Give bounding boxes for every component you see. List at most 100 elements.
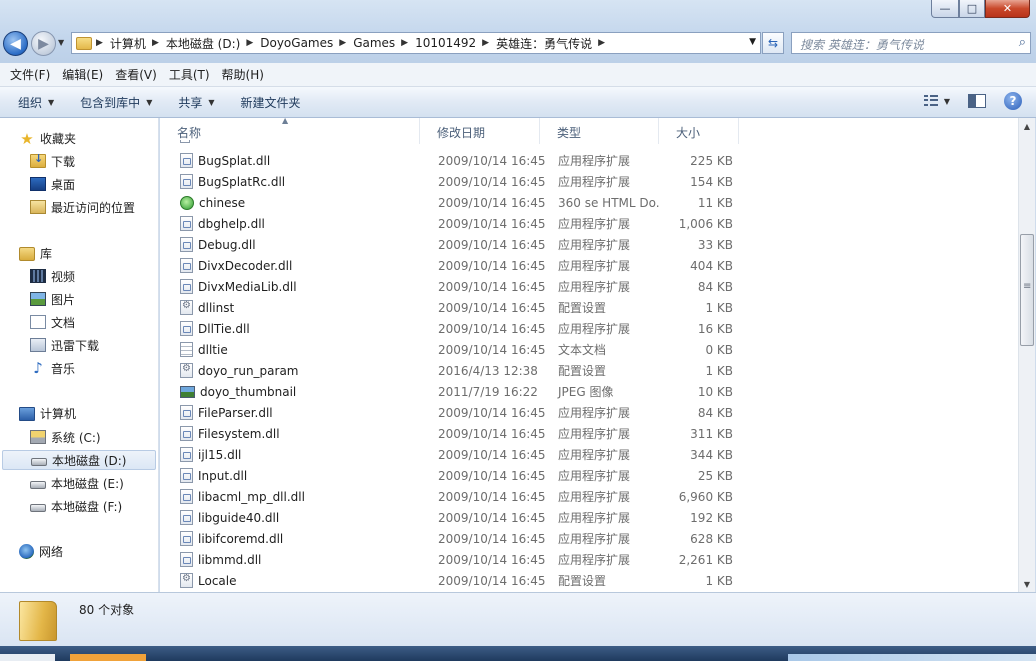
scroll-down-arrow-icon[interactable]: ▼ [1019, 576, 1035, 592]
sidebar-item-videos[interactable]: 视频 [30, 266, 75, 286]
table-row[interactable]: libifcoremd.dll 2009/10/14 16:45 应用程序扩展 628… [160, 528, 1018, 549]
table-row[interactable]: dbghelp.dll 2009/10/14 16:45 应用程序扩展 1,006 K… [160, 213, 1018, 234]
table-row[interactable]: BugSplatRc.dll 2009/10/14 16:45 应用程序扩展 154 … [160, 171, 1018, 192]
recent-pages-chevron-icon[interactable]: ▼ [58, 38, 64, 47]
file-name-cell: DivxDecoder.dll [160, 258, 420, 273]
taskbar-thumbnail[interactable] [70, 654, 146, 661]
table-row[interactable]: doyo_run_param 2016/4/13 12:38 配置设置 1 KB [160, 360, 1018, 381]
sidebar-item-downloads[interactable]: 下载 [30, 151, 75, 171]
table-row[interactable]: doyo_thumbnail 2011/7/19 16:22 JPEG 图像 10 K… [160, 381, 1018, 402]
sidebar-item-drive-f[interactable]: 本地磁盘 (F:) [30, 496, 122, 516]
breadcrumb-item[interactable]: 本地磁盘 (D:) ▶ [166, 35, 260, 52]
column-header-size[interactable]: 大小 [659, 118, 739, 144]
change-view-button[interactable]: ▼ [923, 95, 950, 107]
column-header-modified[interactable]: 修改日期 [420, 118, 540, 144]
close-button[interactable]: ✕ [985, 0, 1030, 18]
table-row[interactable]: Input.dll 2009/10/14 16:45 应用程序扩展 25 KB [160, 465, 1018, 486]
preview-pane-icon[interactable] [968, 94, 986, 108]
sidebar-item-documents[interactable]: 文档 [30, 312, 75, 332]
table-row[interactable]: DllTie.dll 2009/10/14 16:45 应用程序扩展 16 KB [160, 318, 1018, 339]
sidebar-network[interactable]: 网络 [19, 543, 63, 560]
file-type: 360 se HTML Do... [558, 195, 659, 210]
taskbar-thumbnail[interactable] [788, 654, 1036, 661]
table-row[interactable]: libguide40.dll 2009/10/14 16:45 应用程序扩展 192 … [160, 507, 1018, 528]
table-row[interactable]: Debug.dll 2009/10/14 16:45 应用程序扩展 33 KB [160, 234, 1018, 255]
folder-icon [19, 601, 57, 641]
table-row[interactable]: DivxDecoder.dll 2009/10/14 16:45 应用程序扩展 404… [160, 255, 1018, 276]
minimize-button[interactable]: — [931, 0, 959, 18]
scroll-up-arrow-icon[interactable]: ▲ [1019, 118, 1035, 134]
share-button[interactable]: 共享 ▼ [170, 94, 222, 111]
file-name: doyo_run_param [198, 363, 299, 378]
file-type: 应用程序扩展 [558, 490, 631, 504]
table-row[interactable]: DivxMediaLib.dll 2009/10/14 16:45 应用程序扩展 84… [160, 276, 1018, 297]
scrollbar-thumb[interactable] [1020, 234, 1034, 346]
address-bar[interactable]: ▶ 计算机 ▶ 本地磁盘 (D:) ▶ DoyoGames ▶ Games ▶ 1010… [71, 32, 761, 54]
chevron-right-icon[interactable]: ▶ [482, 38, 489, 48]
table-row[interactable]: dllinst 2009/10/14 16:45 配置设置 1 KB [160, 297, 1018, 318]
table-row[interactable]: dlltie 2009/10/14 16:45 文本文档 0 KB [160, 339, 1018, 360]
chevron-right-icon[interactable]: ▶ [246, 38, 253, 48]
chevron-right-icon[interactable]: ▶ [152, 38, 159, 48]
table-row[interactable]: Filesystem.dll 2009/10/14 16:45 应用程序扩展 311 … [160, 423, 1018, 444]
file-name: dllinst [198, 300, 235, 315]
table-row[interactable]: ijl15.dll 2009/10/14 16:45 应用程序扩展 344 KB [160, 444, 1018, 465]
file-name-cell: DivxMediaLib.dll [160, 279, 420, 294]
file-size: 404 KB [690, 258, 733, 273]
sidebar-computer[interactable]: 计算机 [19, 405, 76, 422]
table-row[interactable]: Locale 2009/10/14 16:45 配置设置 1 KB [160, 570, 1018, 591]
sidebar-favorites[interactable]: ★ 收藏夹 [19, 130, 76, 147]
help-icon[interactable]: ? [1004, 92, 1022, 110]
vertical-scrollbar[interactable]: ▲ ▼ [1018, 118, 1035, 592]
refresh-button[interactable]: ⇆ [762, 32, 784, 54]
menu-edit[interactable]: 编辑(E) [56, 66, 109, 83]
menu-tools[interactable]: 工具(T) [163, 66, 216, 83]
breadcrumb-item[interactable]: 计算机 ▶ [110, 35, 166, 52]
table-row[interactable]: FileParser.dll 2009/10/14 16:45 应用程序扩展 84 K… [160, 402, 1018, 423]
menu-help[interactable]: 帮助(H) [216, 66, 270, 83]
dll-file-icon [180, 237, 193, 252]
sidebar-item-recent-places[interactable]: 最近访问的位置 [30, 197, 135, 217]
maximize-button[interactable]: □ [959, 0, 985, 18]
column-header-row: ▲ 名称 修改日期 类型 大小 [160, 118, 1018, 144]
sidebar-item-xunlei-downloads[interactable]: 迅雷下载 [30, 335, 99, 355]
back-button[interactable]: ◀ [3, 31, 28, 56]
file-type: 应用程序扩展 [558, 154, 631, 168]
address-history-chevron-icon[interactable]: ▼ [749, 37, 756, 47]
breadcrumb-item[interactable]: 英雄连：勇气传说 ▶ [496, 35, 612, 52]
toolbar-right-group: ▼ ? [923, 92, 1022, 110]
chevron-right-icon[interactable]: ▶ [401, 38, 408, 48]
chevron-right-icon[interactable]: ▶ [339, 38, 346, 48]
chevron-right-icon[interactable]: ▶ [96, 38, 103, 48]
download-folder-icon [30, 152, 46, 168]
table-row[interactable]: libacml_mp_dll.dll 2009/10/14 16:45 应用程序扩展… [160, 486, 1018, 507]
forward-button[interactable]: ▶ [31, 31, 56, 56]
breadcrumb-item[interactable]: 10101492 ▶ [415, 36, 496, 50]
menu-file[interactable]: 文件(F) [4, 66, 56, 83]
file-name-cell: Input.dll [160, 468, 420, 483]
include-in-library-button[interactable]: 包含到库中 ▼ [72, 94, 160, 111]
chevron-right-icon[interactable]: ▶ [598, 38, 605, 48]
file-name: BugSplat.dll [198, 153, 271, 168]
sidebar-item-drive-c[interactable]: 系统 (C:) [30, 427, 101, 447]
breadcrumb-item[interactable]: DoyoGames ▶ [260, 36, 353, 50]
sidebar-item-desktop[interactable]: 桌面 [30, 174, 75, 194]
sidebar-item-drive-d[interactable]: 本地磁盘 (D:) [2, 450, 156, 470]
table-row[interactable]: libmmd.dll 2009/10/14 16:45 应用程序扩展 2,261 KB [160, 549, 1018, 570]
column-header-type[interactable]: 类型 [540, 118, 659, 144]
table-row[interactable]: chinese 2009/10/14 16:45 360 se HTML Do...… [160, 192, 1018, 213]
sidebar-item-music[interactable]: ♪ 音乐 [30, 358, 75, 378]
menu-view[interactable]: 查看(V) [109, 66, 163, 83]
taskbar-thumbnail[interactable] [0, 654, 55, 661]
organize-button[interactable]: 组织 ▼ [10, 94, 62, 111]
sidebar-libraries[interactable]: 库 [19, 245, 52, 262]
new-folder-button[interactable]: 新建文件夹 [233, 94, 309, 111]
table-row[interactable]: BugSplat.dll 2009/10/14 16:45 应用程序扩展 225 KB [160, 150, 1018, 171]
sidebar-item-pictures[interactable]: 图片 [30, 289, 75, 309]
search-input[interactable]: 搜索 英雄连：勇气传说 ⌕ [791, 32, 1031, 54]
chevron-down-icon: ▼ [146, 97, 153, 107]
chevron-down-icon: ▼ [943, 96, 950, 106]
breadcrumb-item[interactable]: Games ▶ [353, 36, 415, 50]
search-icon[interactable]: ⌕ [1019, 35, 1026, 50]
sidebar-item-drive-e[interactable]: 本地磁盘 (E:) [30, 473, 124, 493]
